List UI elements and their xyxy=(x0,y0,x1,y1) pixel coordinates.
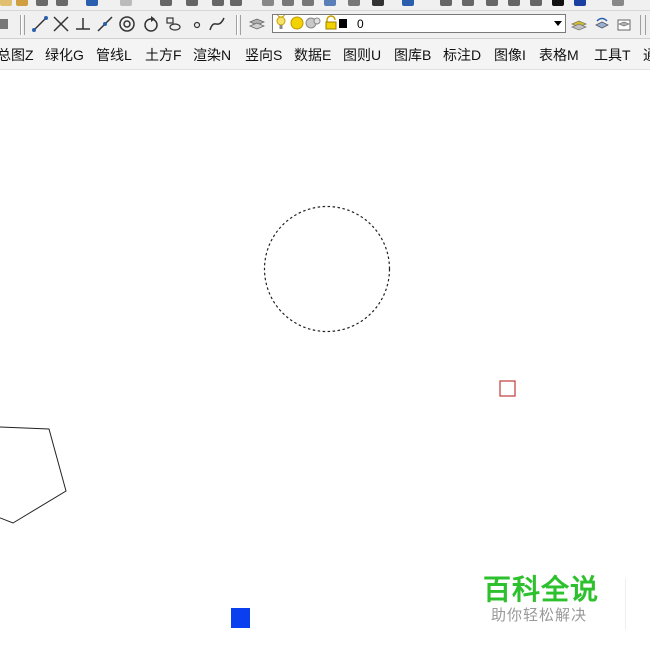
dim-aligned-icon[interactable] xyxy=(462,0,474,6)
make-current-layer-icon[interactable] xyxy=(570,15,588,33)
layer-manager-icon[interactable] xyxy=(248,15,266,33)
menu-item-table[interactable]: 表格M xyxy=(539,45,579,65)
calculator-icon[interactable] xyxy=(372,0,384,6)
rotate-icon[interactable] xyxy=(142,15,160,33)
bulb-on-icon xyxy=(276,15,286,29)
watermark-divider xyxy=(625,578,626,630)
tool-palette-icon[interactable] xyxy=(302,0,314,6)
watermark-title: 百科全说 xyxy=(483,573,600,606)
menu-bar: 总图Z 绿化G 管线L 土方F 渲染N 竖向S 数据E 图则U 图库B 标注D … xyxy=(0,39,650,70)
toolbar-separator xyxy=(21,15,22,35)
freeze-icon xyxy=(305,17,321,29)
toolbar-separator xyxy=(24,15,25,35)
toolbar-separator xyxy=(237,15,238,35)
block-icon[interactable] xyxy=(164,15,182,33)
zoom-window-icon[interactable] xyxy=(186,0,198,6)
dim-radius-icon[interactable] xyxy=(508,0,520,6)
text-style-icon[interactable] xyxy=(612,0,624,6)
layer-states-icon[interactable] xyxy=(615,15,633,33)
donut-icon[interactable] xyxy=(118,15,136,33)
menu-item-pipeline[interactable]: 管线L xyxy=(96,45,132,65)
top-toolbar xyxy=(0,0,650,11)
layer-state-icons xyxy=(276,15,347,30)
folder-icon[interactable] xyxy=(16,0,28,6)
grip-icon xyxy=(0,19,8,29)
menu-item-earthwork[interactable]: 土方F xyxy=(145,45,182,65)
selected-circle[interactable] xyxy=(263,205,391,333)
help-icon[interactable] xyxy=(402,0,414,6)
toolbar-separator xyxy=(640,15,641,35)
undo-icon[interactable] xyxy=(36,0,48,6)
pentagon-shape[interactable] xyxy=(0,426,67,524)
draw-layer-toolbar: 0 xyxy=(0,11,650,39)
menu-item-drawing-rules[interactable]: 图则U xyxy=(343,45,381,65)
point-icon[interactable] xyxy=(188,15,206,33)
zoom-realtime-icon[interactable] xyxy=(160,0,172,6)
open-icon[interactable] xyxy=(0,0,12,6)
menu-item-more[interactable]: 通 xyxy=(643,45,650,65)
line-icon[interactable] xyxy=(31,15,49,33)
construction-line-icon[interactable] xyxy=(52,15,70,33)
menu-item-greening[interactable]: 绿化G xyxy=(45,45,84,65)
watermark-subtitle: 助你轻松解决 xyxy=(491,606,588,624)
menu-item-data[interactable]: 数据E xyxy=(294,45,331,65)
dim-linear-icon[interactable] xyxy=(440,0,452,6)
spline-icon[interactable] xyxy=(208,15,226,33)
dim-diameter-icon[interactable] xyxy=(530,0,542,6)
polyline-icon[interactable] xyxy=(96,15,114,33)
menu-item-image[interactable]: 图像I xyxy=(494,45,526,65)
menu-item-site-plan[interactable]: 总图Z xyxy=(0,45,34,65)
menu-item-render[interactable]: 渲染N xyxy=(193,45,231,65)
toolbar-separator xyxy=(240,15,241,35)
zoom-disabled-icon xyxy=(120,0,132,6)
perpendicular-icon[interactable] xyxy=(74,15,92,33)
menu-item-annotation[interactable]: 标注D xyxy=(443,45,481,65)
pickbox-square xyxy=(499,380,516,397)
menu-item-tools[interactable]: 工具T xyxy=(594,45,631,65)
lock-icon xyxy=(325,15,337,30)
sheet-set-icon[interactable] xyxy=(324,0,336,6)
blue-square-grip[interactable] xyxy=(231,608,250,628)
menu-item-library[interactable]: 图库B xyxy=(394,45,431,65)
redo-icon[interactable] xyxy=(56,0,68,6)
design-center-icon[interactable] xyxy=(282,0,294,6)
menu-item-vertical[interactable]: 竖向S xyxy=(245,45,282,65)
color-swatch-icon xyxy=(339,19,347,28)
toolbar-separator xyxy=(645,15,646,35)
dim-angular-icon[interactable] xyxy=(486,0,498,6)
layer-name: 0 xyxy=(357,17,364,31)
properties-icon[interactable] xyxy=(262,0,274,6)
layer-dropdown[interactable]: 0 xyxy=(272,14,566,33)
markup-icon[interactable] xyxy=(348,0,360,6)
zoom-previous-icon[interactable] xyxy=(212,0,224,6)
color-black-icon[interactable] xyxy=(552,0,564,6)
chevron-down-icon[interactable] xyxy=(554,21,562,26)
layer-previous-icon[interactable] xyxy=(593,15,611,33)
sun-icon xyxy=(290,16,304,30)
pan-icon[interactable] xyxy=(86,0,98,6)
zoom-extents-icon[interactable] xyxy=(230,0,242,6)
color-blue-icon[interactable] xyxy=(574,0,586,6)
